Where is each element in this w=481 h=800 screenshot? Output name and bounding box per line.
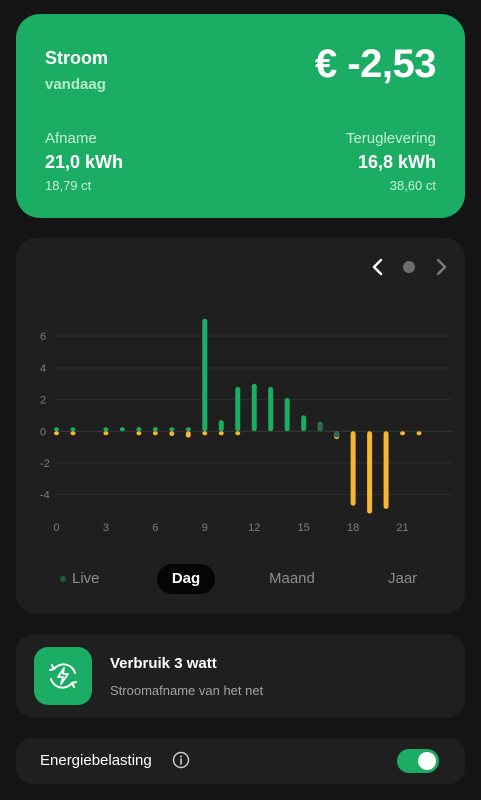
chart-bar[interactable] — [169, 431, 175, 437]
next-button[interactable] — [428, 254, 454, 280]
chart-bar[interactable] — [350, 431, 356, 506]
x-tick-label: 18 — [347, 522, 359, 534]
afname-value: 21,0 kWh — [45, 152, 124, 172]
chart-bar[interactable] — [53, 431, 59, 436]
y-tick-label: 2 — [40, 395, 46, 407]
y-tick-label: 6 — [40, 331, 46, 343]
energy-tax-toggle[interactable] — [397, 749, 439, 773]
afname-price: 18,79 ct — [45, 178, 92, 193]
chart-bar[interactable] — [185, 431, 191, 438]
usage-subtitle: Stroomafname van het net — [110, 683, 264, 698]
usage-chart: 6 4 2 0 -2 -4 0 3 6 9 12 15 18 21 — [40, 318, 452, 534]
chart-card: 6 4 2 0 -2 -4 0 3 6 9 12 15 18 21 Live Dag Maand Jaar — [16, 238, 465, 614]
chart-bar[interactable] — [235, 386, 241, 432]
y-tick-label: 4 — [40, 363, 46, 375]
chart-bar[interactable] — [70, 431, 76, 436]
y-tick-label: -4 — [40, 490, 50, 502]
summary-card: Stroom vandaag € -2,53 Afname 21,0 kWh 1… — [16, 14, 465, 218]
chart-bar[interactable] — [152, 431, 158, 436]
chart-bar[interactable] — [334, 431, 340, 438]
summary-subtitle: vandaag — [45, 76, 106, 93]
x-tick-label: 12 — [248, 522, 260, 534]
energy-tax-card: Energiebelasting — [16, 738, 465, 784]
x-tick-label: 15 — [298, 522, 310, 534]
chart-bar[interactable] — [383, 431, 389, 509]
chart-bar[interactable] — [416, 431, 422, 436]
bolt-icon — [49, 663, 77, 689]
info-icon[interactable] — [172, 751, 190, 769]
teruglevering-label: Teruglevering — [345, 130, 436, 147]
toggle-knob — [418, 752, 436, 770]
chart-bar[interactable] — [103, 427, 109, 432]
tab-jaar[interactable]: Jaar — [388, 564, 417, 594]
chart-bar[interactable] — [202, 318, 208, 432]
chart-bar[interactable] — [152, 427, 158, 432]
chart-bar[interactable] — [53, 427, 59, 432]
x-tick-label: 6 — [152, 522, 158, 534]
tab-live[interactable]: Live — [60, 564, 100, 594]
summary-amount: € -2,53 — [314, 42, 437, 86]
x-tick-label: 0 — [53, 522, 59, 534]
chart-bar[interactable] — [202, 431, 208, 436]
chart-bar[interactable] — [367, 431, 373, 514]
teruglevering-value: 16,8 kWh — [357, 152, 436, 172]
chevron-left-icon — [372, 258, 383, 276]
chart-bar[interactable] — [317, 422, 323, 432]
chevron-right-icon — [436, 258, 447, 276]
chart-bar[interactable] — [136, 431, 142, 436]
period-tabs: Live Dag Maand Jaar — [16, 564, 465, 594]
afname-label: Afname — [45, 130, 97, 147]
chart-bar[interactable] — [284, 397, 290, 432]
previous-button[interactable] — [365, 254, 391, 280]
usage-card[interactable]: Verbruik 3 watt Stroomafname van het net — [16, 634, 465, 718]
chart-bar[interactable] — [103, 431, 109, 436]
chart-bar[interactable] — [235, 431, 241, 436]
chart-bar[interactable] — [169, 427, 175, 432]
chart-bar[interactable] — [400, 431, 406, 436]
teruglevering-price: 38,60 ct — [389, 178, 436, 193]
chart-bar[interactable] — [301, 415, 307, 432]
tab-maand[interactable]: Maand — [269, 564, 315, 594]
page-indicator-dot — [403, 261, 415, 273]
chart-bar[interactable] — [218, 431, 224, 436]
tab-dag[interactable]: Dag — [157, 564, 215, 594]
chart-bar[interactable] — [119, 427, 125, 432]
usage-title: Verbruik 3 watt — [110, 655, 217, 672]
y-tick-label: 0 — [40, 426, 46, 438]
chart-bar[interactable] — [136, 427, 142, 432]
live-dot-icon — [60, 576, 66, 582]
energy-tax-label: Energiebelasting — [40, 752, 152, 769]
chart-bar[interactable] — [185, 427, 191, 432]
y-tick-label: -2 — [40, 458, 50, 470]
tab-live-label: Live — [72, 570, 100, 587]
chart-bar[interactable] — [251, 383, 257, 432]
summary-title: Stroom — [45, 48, 108, 68]
chart-bar[interactable] — [268, 386, 274, 432]
x-tick-label: 21 — [396, 522, 408, 534]
chart-bar[interactable] — [218, 420, 224, 432]
x-tick-label: 9 — [202, 522, 208, 534]
bolt-icon-badge — [34, 647, 92, 705]
x-tick-label: 3 — [103, 522, 109, 534]
chart-bar[interactable] — [70, 427, 76, 432]
